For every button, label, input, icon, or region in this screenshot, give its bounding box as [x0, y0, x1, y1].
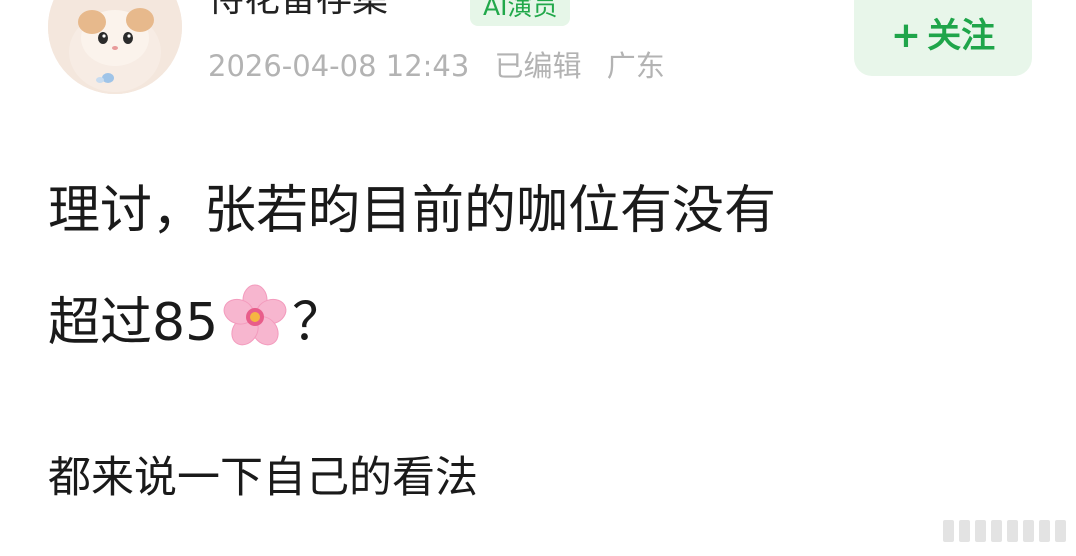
indicator-bar — [959, 520, 970, 542]
indicator-bar — [1039, 520, 1050, 542]
post-timestamp: 2026-04-08 12:43 — [208, 49, 470, 83]
indicator-bar — [991, 520, 1002, 542]
ai-actor-badge: AI演员 — [470, 0, 571, 26]
plus-icon: + — [890, 15, 922, 56]
indicator-bar — [1007, 520, 1018, 542]
avatar[interactable] — [48, 0, 182, 94]
post-text-line-3: 都来说一下自己的看法 — [48, 453, 478, 503]
post-card: 恃花留存集 AI演员 2026-04-08 12:43 已编辑 广东 + 关注 … — [0, 0, 1076, 556]
post-text-line-2: 超过85 ？ — [48, 280, 344, 356]
post-text-line-1: 理讨，张若昀目前的咖位有没有 — [48, 181, 777, 241]
follow-button-label: 关注 — [927, 16, 996, 56]
post-text-line-2-prefix: 超过85 — [48, 293, 219, 353]
indicator-bar — [943, 520, 954, 542]
follow-button[interactable]: + 关注 — [854, 0, 1032, 76]
indicator-bar — [1055, 520, 1066, 542]
cherry-blossom-icon — [223, 284, 287, 346]
post-location: 广东 — [606, 49, 665, 83]
author-name[interactable]: 恃花留存集 — [208, 0, 388, 22]
indicator-bar — [975, 520, 986, 542]
edited-label: 已编辑 — [494, 49, 582, 83]
indicator-bar — [1023, 520, 1034, 542]
post-meta: 2026-04-08 12:43 已编辑 广东 — [208, 46, 681, 86]
post-text-line-2-suffix: ？ — [292, 293, 345, 353]
image-page-indicator — [943, 520, 1066, 542]
cat-avatar-icon — [48, 0, 182, 94]
